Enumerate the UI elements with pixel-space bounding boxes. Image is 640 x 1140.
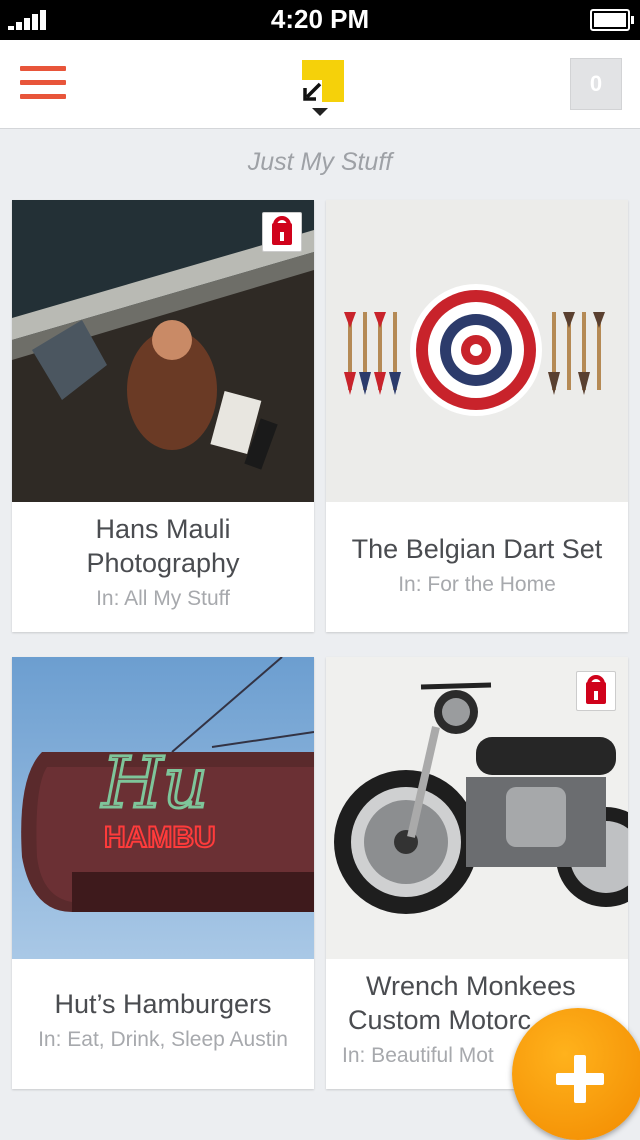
neon-sign-photo-image[interactable]: Hu HAMBU	[12, 657, 314, 959]
card-title-line2: Photography	[86, 548, 240, 578]
status-time: 4:20 PM	[270, 4, 370, 34]
couple-photo-image[interactable]	[12, 200, 314, 502]
card-title: Wrench Monkees	[366, 971, 576, 1001]
card-collection: In: For the Home	[398, 573, 556, 596]
item-card[interactable]: Hu HAMBU Hut’s Hamburgers In: Eat, Drink…	[12, 657, 314, 1089]
chevron-down-icon	[312, 108, 328, 116]
hamburger-menu-icon[interactable]	[20, 66, 66, 100]
top-navigation-bar: 0	[0, 40, 640, 129]
item-card[interactable]: Hans Mauli Photography In: All My Stuff	[12, 200, 314, 632]
card-title: Hut’s Hamburgers	[54, 989, 272, 1019]
lock-icon	[262, 212, 302, 252]
status-bar: 4:20 PM	[0, 0, 640, 40]
card-title: Hans Mauli	[95, 514, 231, 544]
svg-text:HAMBU: HAMBU	[104, 821, 216, 854]
battery-icon	[590, 9, 634, 31]
card-info: The Belgian Dart Set In: For the Home	[326, 532, 628, 600]
section-title: Just My Stuff	[247, 148, 393, 176]
lock-icon	[576, 671, 616, 711]
app-logo-dropdown[interactable]	[302, 60, 344, 116]
dartboard-photo-image[interactable]	[326, 200, 628, 502]
card-info: Hans Mauli Photography In: All My Stuff	[12, 512, 314, 614]
card-collection: In: All My Stuff	[96, 587, 230, 610]
item-card[interactable]: The Belgian Dart Set In: For the Home	[326, 200, 628, 632]
arrow-icon	[303, 82, 322, 101]
cart-count-button[interactable]: 0	[570, 58, 622, 110]
card-title: The Belgian Dart Set	[351, 534, 603, 564]
motorcycle-photo-image[interactable]	[326, 657, 628, 959]
card-info: Hut’s Hamburgers In: Eat, Drink, Sleep A…	[12, 987, 314, 1055]
card-collection: In: Eat, Drink, Sleep Austin	[38, 1028, 288, 1051]
add-item-button[interactable]	[512, 1008, 640, 1140]
svg-text:Hu: Hu	[100, 742, 208, 824]
